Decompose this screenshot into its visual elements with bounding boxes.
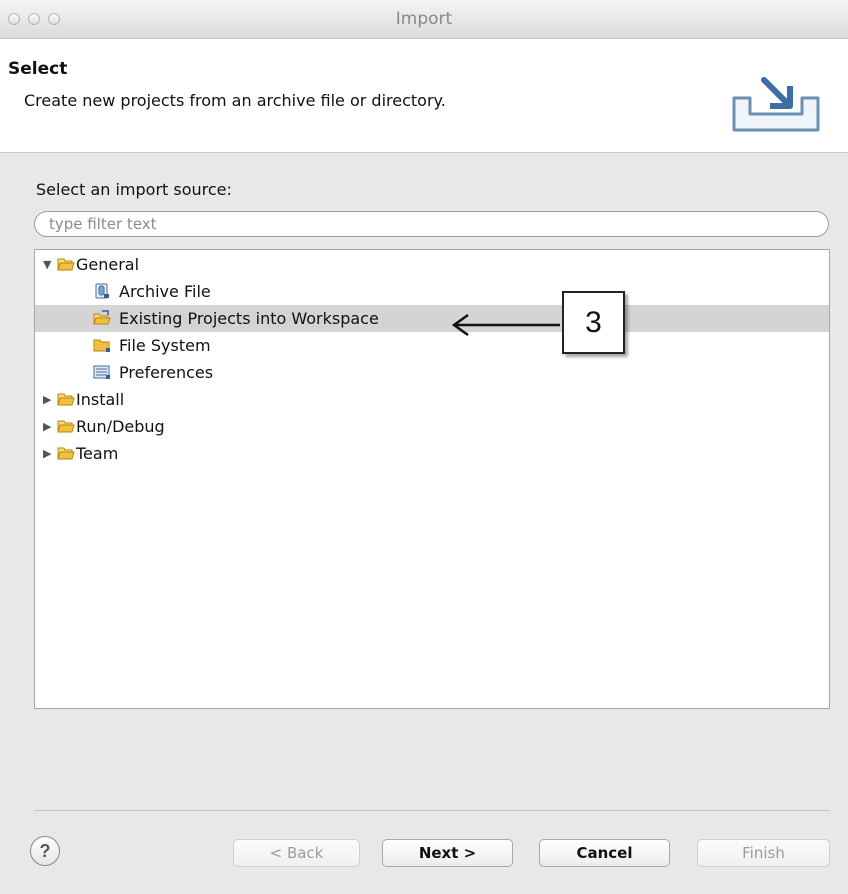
tree-item-preferences[interactable]: Preferences — [35, 359, 829, 386]
finish-button[interactable]: Finish — [697, 839, 830, 867]
tree-item-label: Install — [76, 390, 125, 409]
open-folder-icon — [57, 393, 75, 406]
help-button[interactable]: ? — [30, 836, 60, 866]
tree-item-team[interactable]: ▶ Team — [35, 440, 829, 467]
preferences-icon — [93, 365, 110, 379]
wizard-header: Select Create new projects from an archi… — [0, 39, 848, 153]
tree-item-install[interactable]: ▶ Install — [35, 386, 829, 413]
import-wizard-icon — [732, 77, 820, 132]
callout-arrow-icon — [451, 313, 560, 337]
open-folder-icon — [57, 447, 75, 460]
footer-divider — [34, 810, 830, 811]
tree-item-label: File System — [119, 336, 211, 355]
tree-item-label: Run/Debug — [76, 417, 165, 436]
import-source-label: Select an import source: — [36, 180, 232, 199]
window-title: Import — [395, 9, 453, 29]
title-bar: Import — [0, 0, 848, 39]
expand-toggle-icon[interactable]: ▶ — [43, 420, 51, 433]
tree-item-run-debug[interactable]: ▶ Run/Debug — [35, 413, 829, 440]
archive-file-icon — [95, 283, 109, 299]
tree-item-archive-file[interactable]: Archive File — [35, 278, 829, 305]
folder-icon — [93, 339, 110, 352]
expand-toggle-icon[interactable]: ▶ — [43, 393, 51, 406]
tree-item-label: General — [76, 255, 140, 274]
import-source-tree[interactable]: ▼ General Archive File Existing Projects… — [34, 249, 830, 709]
filter-input[interactable] — [34, 211, 829, 237]
back-button[interactable]: < Back — [233, 839, 360, 867]
next-button[interactable]: Next > — [382, 839, 513, 867]
page-title: Select — [8, 59, 68, 79]
tree-item-file-system[interactable]: File System — [35, 332, 829, 359]
expand-toggle-icon[interactable]: ▶ — [43, 447, 51, 460]
tree-item-general[interactable]: ▼ General — [35, 251, 829, 278]
step-callout: 3 — [562, 291, 625, 354]
open-folder-icon — [57, 420, 75, 433]
page-description: Create new projects from an archive file… — [24, 91, 446, 110]
cancel-button[interactable]: Cancel — [539, 839, 670, 867]
tree-item-label: Existing Projects into Workspace — [119, 309, 379, 328]
tree-item-label: Preferences — [119, 363, 214, 382]
existing-projects-icon — [93, 310, 111, 325]
tree-item-label: Team — [76, 444, 119, 463]
expand-toggle-icon[interactable]: ▼ — [43, 258, 51, 271]
tree-item-label: Archive File — [119, 282, 211, 301]
tree-item-existing-projects[interactable]: Existing Projects into Workspace — [35, 305, 829, 332]
open-folder-icon — [57, 258, 75, 271]
